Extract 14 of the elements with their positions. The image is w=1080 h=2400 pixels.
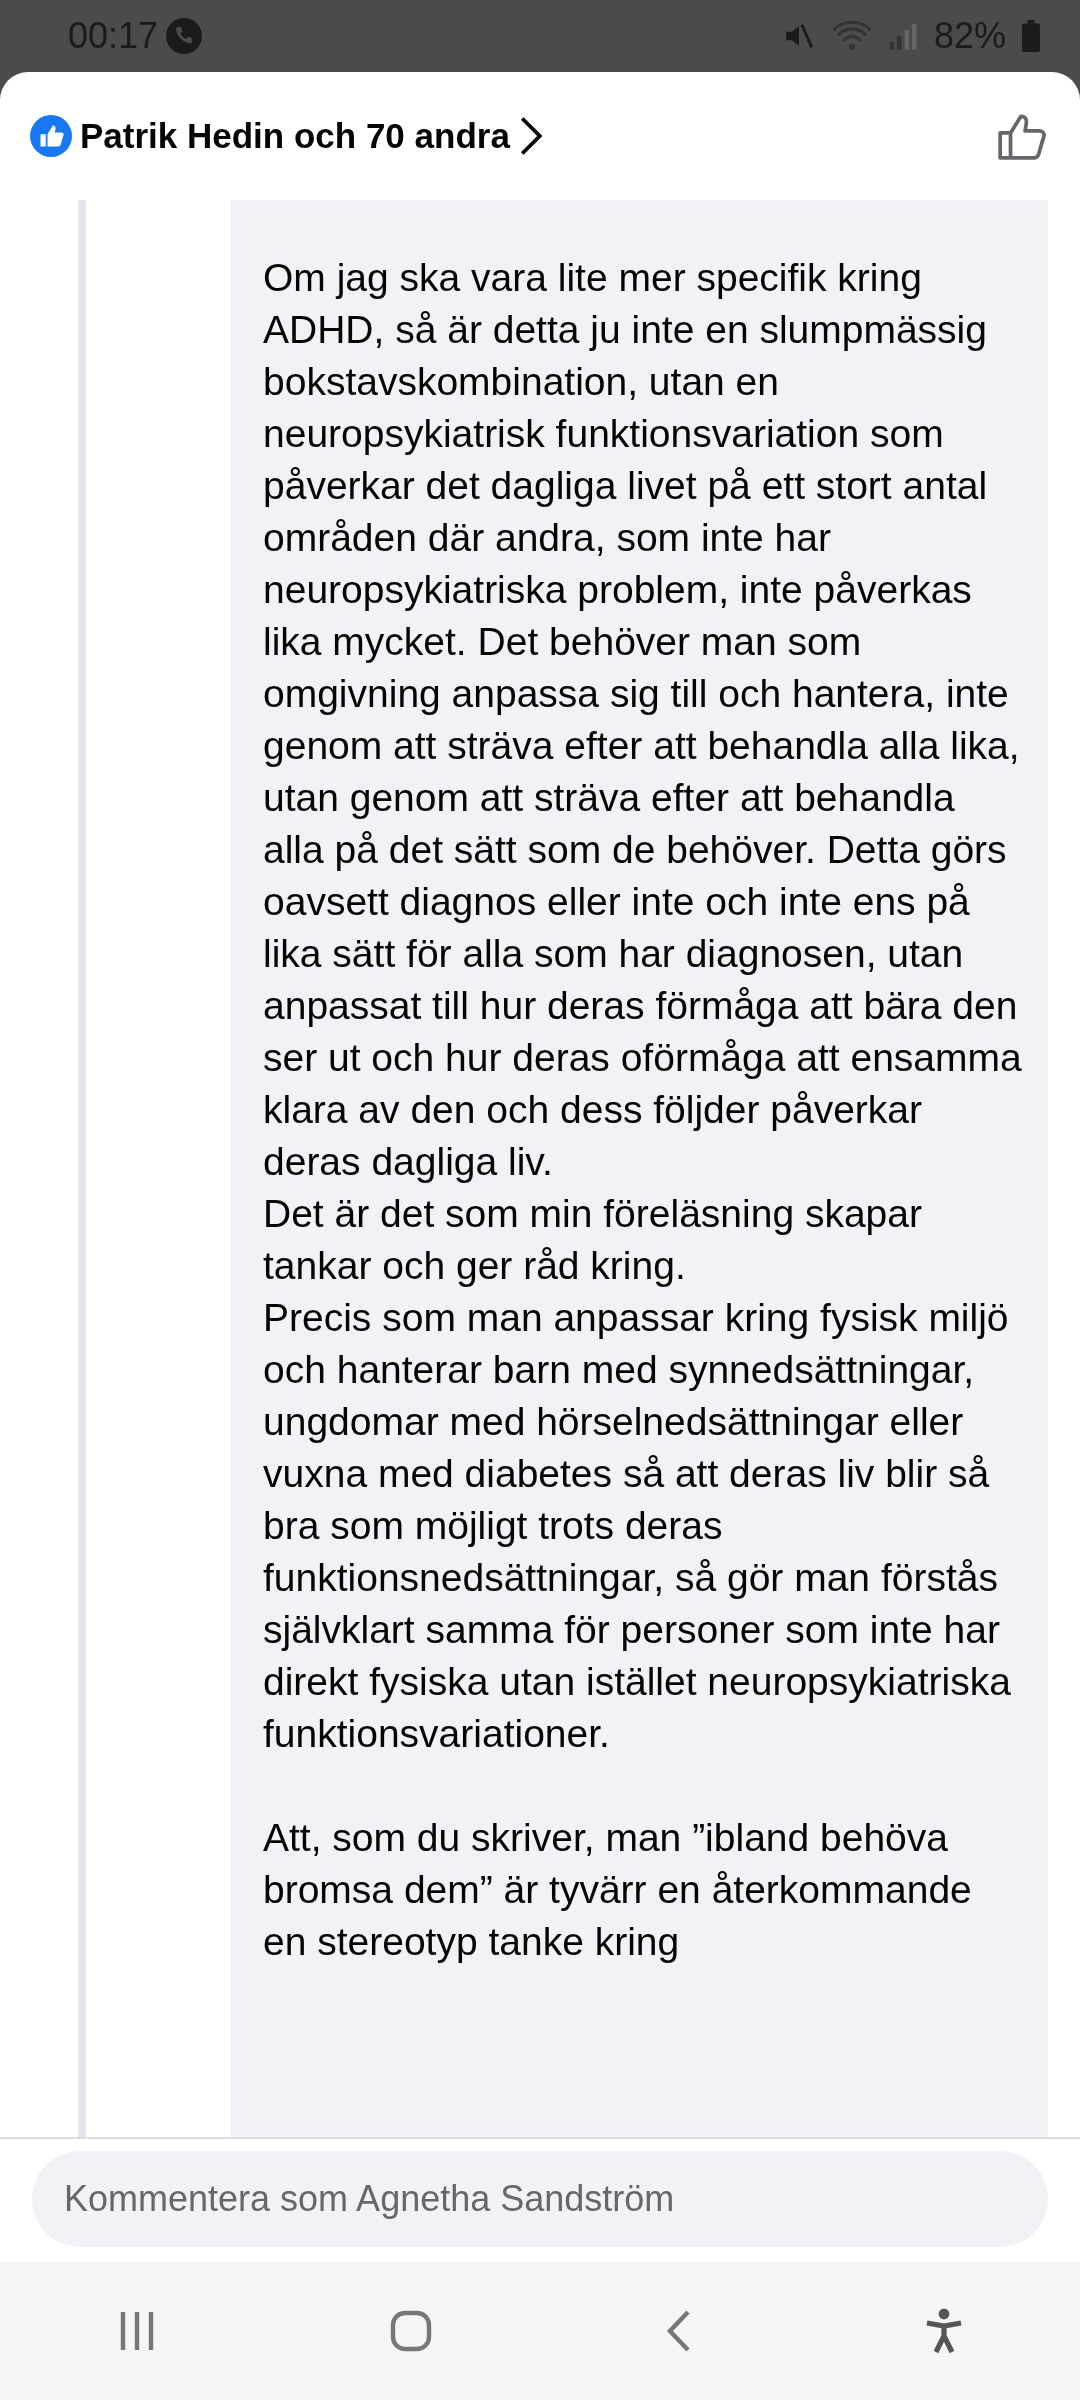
accessibility-icon[interactable]: [925, 2308, 964, 2354]
comment-input-field[interactable]: Kommentera som Agnetha Sandström: [32, 2151, 1048, 2247]
home-icon[interactable]: [390, 2310, 433, 2352]
comment-paragraph: Precis som man anpassar kring fysisk miljö och hanterar barn med synnedsättningar, ungdomar med hörselnedsättningar eller vuxna med diabetes så att deras liv blir så bra som möjligt trots deras funktionsnedsättningar, så gör man förstås självklart samma för personer som inte har direkt fysiska utan istället neuropsykiatriska funktionsvariationer.: [263, 1295, 1012, 1757]
comment-paragraph: Att, som du skriver, man ”ibland behöva bromsa dem” är tyvärr en återkommande en stereotyp tanke kring: [263, 1815, 973, 1965]
reactions-link[interactable]: Patrik Hedin och 70 andra: [80, 109, 510, 163]
comment-paragraph: Om jag ska vara lite mer specifik kring ADHD, så är detta ju inte en slumpmässig bokstavskombination, utan en neuropsykiatrisk funktionsvariation som påverkar det dagliga livet på ett stort antal områden där andra, som inte har neuropsykiatriska problem, inte påverkas lika mycket. Det behöver man som omgivning anpassa sig till och hantera, inte genom att sträva efter att behandla alla lika, utan genom att sträva efter att behandla alla på det sätt som de behöver. Detta görs oavsett diagnos eller inte och inte ens på lika sätt för alla som har diagnosen, utan anpassat till hur deras förmåga att bära den ser ut och hur deras oförmåga att ensamma klara av den och dess följder påverkar deras dagliga liv.: [263, 255, 1023, 1185]
comment-paragraph: Det är det som min föreläsning skapar tankar och ger råd kring.: [263, 1191, 923, 1289]
back-icon[interactable]: [665, 2310, 692, 2352]
phone-call-icon: [166, 18, 203, 54]
battery-icon: [1022, 20, 1040, 52]
signal-icon: [887, 21, 918, 51]
like-reaction-icon: [30, 115, 72, 157]
wifi-icon: [831, 19, 872, 53]
